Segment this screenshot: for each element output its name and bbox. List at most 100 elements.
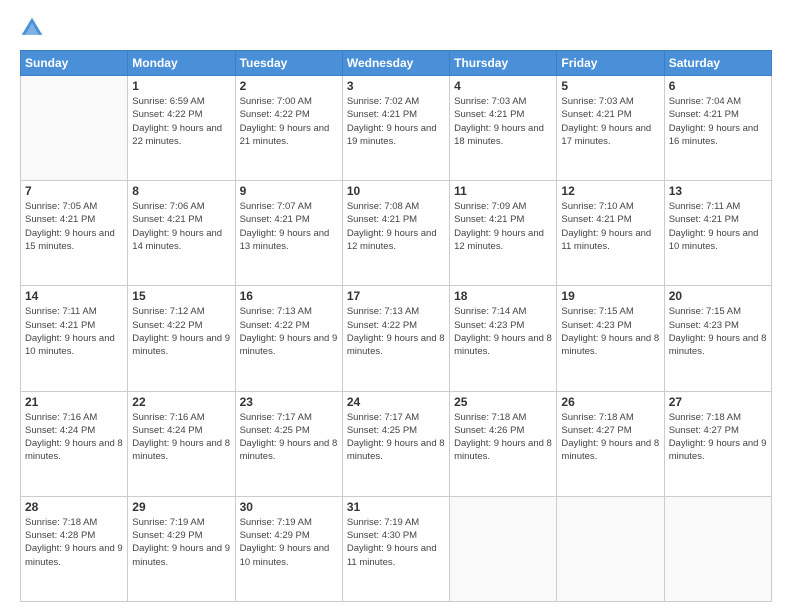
calendar-table: SundayMondayTuesdayWednesdayThursdayFrid…	[20, 50, 772, 602]
day-number: 13	[669, 184, 767, 198]
day-number: 2	[240, 79, 338, 93]
calendar-cell	[557, 496, 664, 601]
day-number: 30	[240, 500, 338, 514]
day-info: Sunrise: 7:19 AM Sunset: 4:30 PM Dayligh…	[347, 516, 445, 569]
day-number: 18	[454, 289, 552, 303]
day-info: Sunrise: 7:19 AM Sunset: 4:29 PM Dayligh…	[240, 516, 338, 569]
day-info: Sunrise: 7:03 AM Sunset: 4:21 PM Dayligh…	[561, 95, 659, 148]
calendar-week-row: 28 Sunrise: 7:18 AM Sunset: 4:28 PM Dayli…	[21, 496, 772, 601]
calendar-cell: 8 Sunrise: 7:06 AM Sunset: 4:21 PM Daylig…	[128, 181, 235, 286]
day-number: 12	[561, 184, 659, 198]
calendar-cell	[21, 76, 128, 181]
day-number: 15	[132, 289, 230, 303]
day-number: 16	[240, 289, 338, 303]
header	[20, 16, 772, 40]
calendar-week-row: 1 Sunrise: 6:59 AM Sunset: 4:22 PM Daylig…	[21, 76, 772, 181]
calendar-cell: 27 Sunrise: 7:18 AM Sunset: 4:27 PM Dayli…	[664, 391, 771, 496]
day-info: Sunrise: 7:17 AM Sunset: 4:25 PM Dayligh…	[240, 411, 338, 464]
calendar-cell: 20 Sunrise: 7:15 AM Sunset: 4:23 PM Dayli…	[664, 286, 771, 391]
day-number: 14	[25, 289, 123, 303]
calendar-cell: 31 Sunrise: 7:19 AM Sunset: 4:30 PM Dayli…	[342, 496, 449, 601]
day-info: Sunrise: 7:05 AM Sunset: 4:21 PM Dayligh…	[25, 200, 123, 253]
calendar-cell: 3 Sunrise: 7:02 AM Sunset: 4:21 PM Daylig…	[342, 76, 449, 181]
day-number: 11	[454, 184, 552, 198]
day-info: Sunrise: 7:18 AM Sunset: 4:27 PM Dayligh…	[669, 411, 767, 464]
calendar-cell: 12 Sunrise: 7:10 AM Sunset: 4:21 PM Dayli…	[557, 181, 664, 286]
day-number: 27	[669, 395, 767, 409]
day-info: Sunrise: 7:18 AM Sunset: 4:27 PM Dayligh…	[561, 411, 659, 464]
day-number: 4	[454, 79, 552, 93]
day-number: 5	[561, 79, 659, 93]
day-number: 31	[347, 500, 445, 514]
calendar-cell: 15 Sunrise: 7:12 AM Sunset: 4:22 PM Dayli…	[128, 286, 235, 391]
calendar-cell: 16 Sunrise: 7:13 AM Sunset: 4:22 PM Dayli…	[235, 286, 342, 391]
day-number: 23	[240, 395, 338, 409]
day-info: Sunrise: 7:04 AM Sunset: 4:21 PM Dayligh…	[669, 95, 767, 148]
calendar-cell: 5 Sunrise: 7:03 AM Sunset: 4:21 PM Daylig…	[557, 76, 664, 181]
day-number: 6	[669, 79, 767, 93]
calendar-cell: 25 Sunrise: 7:18 AM Sunset: 4:26 PM Dayli…	[450, 391, 557, 496]
logo	[20, 16, 48, 40]
day-info: Sunrise: 7:11 AM Sunset: 4:21 PM Dayligh…	[669, 200, 767, 253]
day-number: 20	[669, 289, 767, 303]
calendar-cell: 23 Sunrise: 7:17 AM Sunset: 4:25 PM Dayli…	[235, 391, 342, 496]
day-number: 3	[347, 79, 445, 93]
day-number: 1	[132, 79, 230, 93]
day-info: Sunrise: 7:09 AM Sunset: 4:21 PM Dayligh…	[454, 200, 552, 253]
day-number: 10	[347, 184, 445, 198]
day-info: Sunrise: 7:18 AM Sunset: 4:26 PM Dayligh…	[454, 411, 552, 464]
day-number: 9	[240, 184, 338, 198]
day-number: 21	[25, 395, 123, 409]
day-info: Sunrise: 7:12 AM Sunset: 4:22 PM Dayligh…	[132, 305, 230, 358]
calendar-weekday: Monday	[128, 51, 235, 76]
calendar-weekday: Friday	[557, 51, 664, 76]
calendar-weekday: Thursday	[450, 51, 557, 76]
calendar-week-row: 21 Sunrise: 7:16 AM Sunset: 4:24 PM Dayli…	[21, 391, 772, 496]
calendar-weekday: Sunday	[21, 51, 128, 76]
day-info: Sunrise: 7:06 AM Sunset: 4:21 PM Dayligh…	[132, 200, 230, 253]
calendar-cell: 29 Sunrise: 7:19 AM Sunset: 4:29 PM Dayli…	[128, 496, 235, 601]
day-info: Sunrise: 7:17 AM Sunset: 4:25 PM Dayligh…	[347, 411, 445, 464]
calendar-cell: 28 Sunrise: 7:18 AM Sunset: 4:28 PM Dayli…	[21, 496, 128, 601]
day-info: Sunrise: 7:19 AM Sunset: 4:29 PM Dayligh…	[132, 516, 230, 569]
day-number: 17	[347, 289, 445, 303]
day-number: 26	[561, 395, 659, 409]
day-info: Sunrise: 7:07 AM Sunset: 4:21 PM Dayligh…	[240, 200, 338, 253]
calendar-cell: 1 Sunrise: 6:59 AM Sunset: 4:22 PM Daylig…	[128, 76, 235, 181]
day-info: Sunrise: 7:18 AM Sunset: 4:28 PM Dayligh…	[25, 516, 123, 569]
day-info: Sunrise: 7:16 AM Sunset: 4:24 PM Dayligh…	[25, 411, 123, 464]
calendar-weekday: Tuesday	[235, 51, 342, 76]
calendar-cell	[664, 496, 771, 601]
day-number: 24	[347, 395, 445, 409]
calendar-weekday: Saturday	[664, 51, 771, 76]
calendar-cell: 2Sunrise: 7:00 AM Sunset: 4:22 PM Daylig…	[235, 76, 342, 181]
calendar-cell: 14Sunrise: 7:11 AM Sunset: 4:21 PM Dayli…	[21, 286, 128, 391]
day-info: Sunrise: 7:02 AM Sunset: 4:21 PM Dayligh…	[347, 95, 445, 148]
day-info: Sunrise: 7:13 AM Sunset: 4:22 PM Dayligh…	[240, 305, 338, 358]
calendar-week-row: 14Sunrise: 7:11 AM Sunset: 4:21 PM Dayli…	[21, 286, 772, 391]
day-info: Sunrise: 7:03 AM Sunset: 4:21 PM Dayligh…	[454, 95, 552, 148]
day-info: Sunrise: 7:13 AM Sunset: 4:22 PM Dayligh…	[347, 305, 445, 358]
calendar-cell: 22Sunrise: 7:16 AM Sunset: 4:24 PM Dayli…	[128, 391, 235, 496]
day-number: 8	[132, 184, 230, 198]
day-info: Sunrise: 7:14 AM Sunset: 4:23 PM Dayligh…	[454, 305, 552, 358]
day-info: Sunrise: 7:15 AM Sunset: 4:23 PM Dayligh…	[669, 305, 767, 358]
day-number: 25	[454, 395, 552, 409]
day-number: 7	[25, 184, 123, 198]
logo-icon	[20, 16, 44, 40]
page: SundayMondayTuesdayWednesdayThursdayFrid…	[0, 0, 792, 612]
day-info: Sunrise: 7:08 AM Sunset: 4:21 PM Dayligh…	[347, 200, 445, 253]
calendar-cell: 10 Sunrise: 7:08 AM Sunset: 4:21 PM Dayli…	[342, 181, 449, 286]
calendar-cell: 17 Sunrise: 7:13 AM Sunset: 4:22 PM Dayli…	[342, 286, 449, 391]
day-info: Sunrise: 6:59 AM Sunset: 4:22 PM Dayligh…	[132, 95, 230, 148]
day-number: 28	[25, 500, 123, 514]
calendar-cell: 24 Sunrise: 7:17 AM Sunset: 4:25 PM Dayli…	[342, 391, 449, 496]
calendar-cell: 7 Sunrise: 7:05 AM Sunset: 4:21 PM Daylig…	[21, 181, 128, 286]
day-number: 22	[132, 395, 230, 409]
calendar-week-row: 7 Sunrise: 7:05 AM Sunset: 4:21 PM Daylig…	[21, 181, 772, 286]
day-info: Sunrise: 7:10 AM Sunset: 4:21 PM Dayligh…	[561, 200, 659, 253]
calendar-cell: 26 Sunrise: 7:18 AM Sunset: 4:27 PM Dayli…	[557, 391, 664, 496]
calendar-cell: 6 Sunrise: 7:04 AM Sunset: 4:21 PM Daylig…	[664, 76, 771, 181]
day-number: 29	[132, 500, 230, 514]
calendar-cell: 11 Sunrise: 7:09 AM Sunset: 4:21 PM Dayli…	[450, 181, 557, 286]
